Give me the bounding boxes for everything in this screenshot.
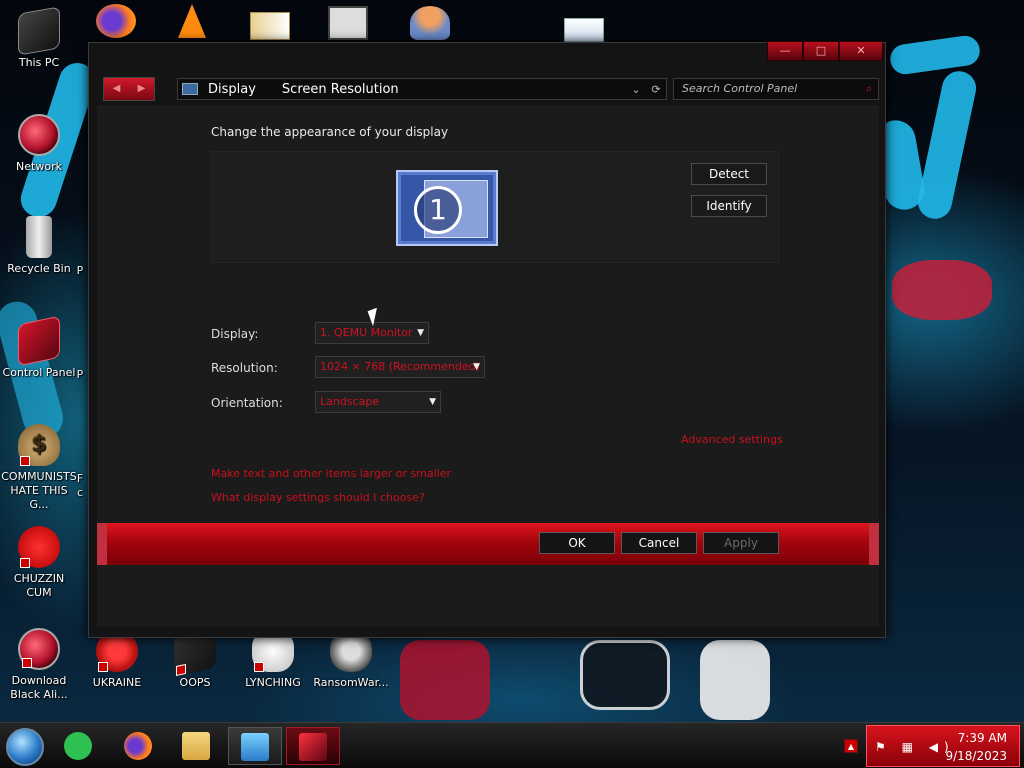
desktop-icon-ukraine[interactable]: UKRAINE bbox=[78, 630, 156, 690]
app-window-icon[interactable] bbox=[328, 6, 368, 40]
clock-date: 9/18/2023 bbox=[945, 749, 1007, 763]
orientation-select[interactable]: Landscape ▼ bbox=[315, 391, 441, 413]
address-bar[interactable]: Display Screen Resolution ⌄ ⟳ bbox=[177, 78, 667, 100]
search-icon[interactable]: ⌕ bbox=[866, 79, 872, 99]
desktop-icon-recycle-bin[interactable]: Recycle Bin bbox=[0, 216, 78, 276]
content-pane: Change the appearance of your display 1 … bbox=[97, 105, 879, 627]
hxd-icon[interactable] bbox=[250, 12, 290, 40]
chat-icon bbox=[64, 732, 92, 760]
vlc-icon[interactable] bbox=[178, 4, 206, 38]
address-row: ◀ ▶ Display Screen Resolution ⌄ ⟳ Search… bbox=[89, 73, 885, 105]
user-icon[interactable] bbox=[410, 6, 450, 40]
system-tray: ⚑ ▦ ◀) 7:39 AM 9/18/2023 bbox=[866, 725, 1020, 767]
minimize-button[interactable]: — bbox=[767, 41, 803, 61]
folder-icon bbox=[182, 732, 210, 760]
monitor-icon[interactable]: 1 bbox=[396, 170, 498, 246]
back-button[interactable]: ◀ bbox=[104, 78, 129, 100]
ok-button[interactable]: OK bbox=[539, 532, 615, 554]
red-orb-icon bbox=[18, 628, 60, 670]
navigation-buttons: ◀ ▶ bbox=[103, 77, 155, 101]
search-input[interactable]: Search Control Panel ⌕ bbox=[673, 78, 879, 100]
desktop-icon-oops[interactable]: OOPS bbox=[156, 625, 234, 690]
resolution-label: Resolution: bbox=[211, 361, 278, 375]
desktop-icon-lynching[interactable]: LYNCHING bbox=[234, 630, 312, 690]
chevron-down-icon: ▼ bbox=[473, 362, 480, 372]
recycle-bin-icon bbox=[26, 216, 52, 258]
refresh-icon[interactable]: ⟳ bbox=[646, 83, 666, 96]
taskbar-app-control-panel[interactable] bbox=[286, 727, 340, 765]
breadcrumb-display[interactable]: Display bbox=[208, 82, 256, 97]
orientation-label: Orientation: bbox=[211, 396, 283, 410]
dialog-footer: OK Cancel Apply bbox=[97, 523, 879, 565]
maximize-button[interactable]: □ bbox=[803, 41, 839, 61]
desktop-icon-ransomware[interactable]: RansomWar... bbox=[312, 630, 390, 690]
taskbar-app-messaging[interactable] bbox=[52, 727, 106, 765]
identify-button[interactable]: Identify bbox=[691, 195, 767, 217]
chevron-down-icon[interactable]: ⌄ bbox=[626, 83, 646, 96]
page-heading: Change the appearance of your display bbox=[211, 125, 449, 139]
clock-time: 7:39 AM bbox=[957, 731, 1007, 745]
desktop-partial-label: F bbox=[76, 472, 84, 485]
taskbar-app-firefox[interactable] bbox=[112, 727, 166, 765]
firefox-icon bbox=[124, 732, 152, 760]
window-caption-buttons: — □ ✕ bbox=[767, 41, 883, 61]
desktop-icon-label: Network bbox=[16, 160, 62, 173]
detect-button[interactable]: Detect bbox=[691, 163, 767, 185]
start-button[interactable] bbox=[6, 728, 44, 766]
desktop-icon-network[interactable]: Network bbox=[0, 114, 78, 174]
taskbar-app-explorer[interactable] bbox=[170, 727, 224, 765]
forward-button[interactable]: ▶ bbox=[129, 78, 154, 100]
resolution-select-value: 1024 × 768 (Recommended) bbox=[320, 360, 480, 373]
desktop-icon-label: CHUZZIN CUM bbox=[13, 572, 65, 599]
desktop-partial-label: P bbox=[76, 368, 84, 381]
monitor-number: 1 bbox=[414, 186, 462, 234]
breadcrumb-screen-resolution[interactable]: Screen Resolution bbox=[282, 82, 399, 97]
search-placeholder: Search Control Panel bbox=[682, 82, 798, 95]
text-size-link[interactable]: Make text and other items larger or smal… bbox=[211, 467, 451, 480]
control-panel-window: — □ ✕ ◀ ▶ Display Screen Resolution ⌄ ⟳ … bbox=[88, 41, 886, 638]
orientation-select-value: Landscape bbox=[320, 395, 380, 408]
taskbar: ▲ ⚑ ▦ ◀) 7:39 AM 9/18/2023 bbox=[0, 722, 1024, 768]
money-bag-icon: $ bbox=[18, 424, 60, 466]
desktop-icon-label: Download Black Ali... bbox=[10, 674, 68, 701]
show-hidden-icons-button[interactable]: ▲ bbox=[844, 739, 858, 753]
documents-icon[interactable] bbox=[564, 18, 604, 42]
desktop-icon-label: This PC bbox=[18, 56, 60, 69]
monitor-app-icon bbox=[241, 733, 269, 761]
display-select-value: 1. QEMU Monitor bbox=[320, 326, 413, 339]
display-icon bbox=[182, 83, 198, 95]
cancel-button[interactable]: Cancel bbox=[621, 532, 697, 554]
desktop-icon-download-black[interactable]: Download Black Ali... bbox=[0, 628, 78, 702]
display-settings-help-link[interactable]: What display settings should I choose? bbox=[211, 491, 425, 504]
display-label: Display: bbox=[211, 327, 259, 341]
firefox-icon[interactable] bbox=[96, 4, 136, 38]
desktop-icon-chuzzin[interactable]: CHUZZIN CUM bbox=[0, 526, 78, 600]
clock[interactable]: 7:39 AM 9/18/2023 bbox=[945, 729, 1007, 765]
fuzzy-creature-icon bbox=[18, 526, 60, 568]
taskbar-app-remote[interactable] bbox=[228, 727, 282, 765]
desktop-partial-label: c bbox=[76, 486, 84, 499]
close-button[interactable]: ✕ bbox=[839, 41, 883, 61]
desktop-icon-label: RansomWar... bbox=[313, 676, 389, 689]
desktop-icon-label: UKRAINE bbox=[92, 676, 142, 689]
computer-icon bbox=[18, 6, 60, 56]
desktop-icon-label: Recycle Bin bbox=[7, 262, 71, 275]
desktop-icon-this-pc[interactable]: This PC bbox=[0, 6, 78, 70]
control-panel-icon bbox=[18, 315, 60, 367]
network-icon bbox=[18, 114, 60, 156]
desktop-icon-label: Control Panel bbox=[2, 366, 76, 379]
desktop-partial-label: P bbox=[76, 264, 84, 277]
apply-button[interactable]: Apply bbox=[703, 532, 779, 554]
resolution-select[interactable]: 1024 × 768 (Recommended) ▼ bbox=[315, 356, 485, 378]
desktop-icon-control-panel[interactable]: Control Panel bbox=[0, 315, 78, 380]
chevron-down-icon: ▼ bbox=[417, 328, 424, 338]
desktop-icon-label: LYNCHING bbox=[245, 676, 301, 689]
control-panel-icon bbox=[299, 733, 327, 761]
desktop-icon-communists[interactable]: $ COMMUNISTS HATE THIS G... bbox=[0, 424, 78, 512]
desktop-icon-label: COMMUNISTS HATE THIS G... bbox=[1, 470, 77, 511]
desktop-icon-label: OOPS bbox=[179, 676, 211, 689]
advanced-settings-link[interactable]: Advanced settings bbox=[681, 433, 783, 446]
chevron-down-icon: ▼ bbox=[429, 397, 436, 407]
tray-icons[interactable]: ⚑ ▦ ◀) bbox=[875, 740, 955, 754]
